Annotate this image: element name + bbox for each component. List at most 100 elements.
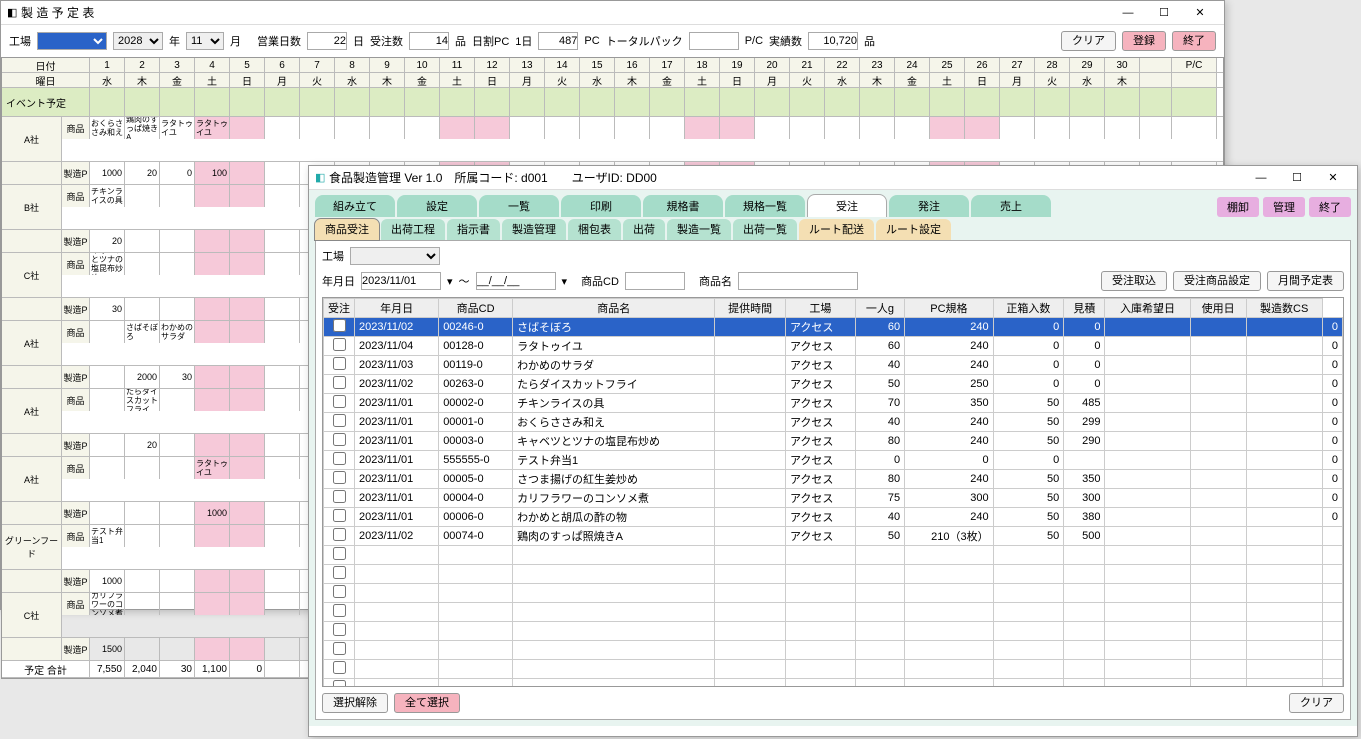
subtab-2[interactable]: 指示書 (447, 219, 500, 240)
row-checkbox[interactable] (333, 414, 346, 427)
productcd-input[interactable] (625, 272, 685, 290)
col-header[interactable]: 入庫希望日 (1105, 299, 1190, 318)
table-row[interactable]: 2023/11/0200074-0鶏肉のすっぱ照焼きAアクセス50210（3枚）… (324, 527, 1343, 546)
table-row[interactable] (324, 660, 1343, 679)
row-checkbox[interactable] (333, 490, 346, 503)
minimize-button[interactable]: ― (1110, 2, 1146, 24)
col-header[interactable]: 製造数CS (1246, 299, 1322, 318)
orders-input[interactable] (409, 32, 449, 50)
month-select[interactable]: 11 (186, 32, 224, 50)
table-row[interactable]: 2023/11/0400128-0ラタトゥイユアクセス60240000 (324, 337, 1343, 356)
table-row[interactable]: 2023/11/0100006-0わかめと胡瓜の酢の物アクセス402405038… (324, 508, 1343, 527)
subtab-3[interactable]: 製造管理 (502, 219, 566, 240)
col-header[interactable]: 見積 (1064, 299, 1105, 318)
table-row[interactable] (324, 679, 1343, 688)
end-button[interactable]: 終了 (1172, 31, 1216, 51)
clear-button[interactable]: クリア (1061, 31, 1116, 51)
maximize-button[interactable]: ☐ (1279, 167, 1315, 189)
col-header[interactable]: 商品名 (513, 299, 715, 318)
maximize-button[interactable]: ☐ (1146, 2, 1182, 24)
col-header[interactable]: 受注 (324, 299, 355, 318)
col-header[interactable]: 使用日 (1190, 299, 1246, 318)
kanri-button[interactable]: 管理 (1263, 197, 1305, 217)
dropdown-icon[interactable]: ▾ (562, 275, 568, 288)
subtab-1[interactable]: 出荷工程 (381, 219, 445, 240)
col-header[interactable]: 一人g (855, 299, 904, 318)
row-checkbox[interactable] (333, 319, 346, 332)
subtab-4[interactable]: 梱包表 (568, 219, 621, 240)
table-row[interactable]: 2023/11/0200246-0さばそぼろアクセス60240000 (324, 318, 1343, 337)
tab-3[interactable]: 印刷 (561, 195, 641, 217)
tana-button[interactable]: 棚卸 (1217, 197, 1259, 217)
table-row[interactable] (324, 584, 1343, 603)
col-header[interactable]: PC規格 (905, 299, 994, 318)
close-button[interactable]: ✕ (1315, 167, 1351, 189)
col-header[interactable]: 工場 (785, 299, 855, 318)
product-settings-button[interactable]: 受注商品設定 (1173, 271, 1261, 291)
col-header[interactable]: 提供時間 (715, 299, 786, 318)
deselect-button[interactable]: 選択解除 (322, 693, 388, 713)
row-checkbox[interactable] (333, 338, 346, 351)
table-row[interactable]: 2023/11/0100003-0キャベツとツナの塩昆布炒めアクセス802405… (324, 432, 1343, 451)
tab-6[interactable]: 受注 (807, 194, 887, 217)
tab-2[interactable]: 一覧 (479, 195, 559, 217)
dailypc-input[interactable] (538, 32, 578, 50)
table-row[interactable]: 2023/11/0100001-0おくらささみ和えアクセス40240502990 (324, 413, 1343, 432)
minimize-button[interactable]: ― (1243, 167, 1279, 189)
table-row[interactable] (324, 603, 1343, 622)
subtab-5[interactable]: 出荷 (623, 219, 665, 240)
tab-7[interactable]: 発注 (889, 195, 969, 217)
subtab-7[interactable]: 出荷一覧 (733, 219, 797, 240)
table-row[interactable]: 2023/11/0100002-0チキンライスの具アクセス70350504850 (324, 394, 1343, 413)
orders-grid[interactable]: 受注年月日商品CD商品名提供時間工場一人gPC規格正箱入数見積入庫希望日使用日製… (322, 297, 1344, 687)
row-checkbox[interactable] (333, 452, 346, 465)
tab-0[interactable]: 組み立て (315, 195, 395, 217)
row-checkbox[interactable] (333, 509, 346, 522)
row-checkbox[interactable] (333, 604, 346, 617)
subtab-6[interactable]: 製造一覧 (667, 219, 731, 240)
table-row[interactable]: 2023/11/0100005-0さつま揚げの紅生姜炒めアクセス80240503… (324, 470, 1343, 489)
row-checkbox[interactable] (333, 433, 346, 446)
table-row[interactable]: 2023/11/0200263-0たらダイスカットフライアクセス50250000 (324, 375, 1343, 394)
tab-8[interactable]: 売上 (971, 195, 1051, 217)
totalpack-input[interactable] (689, 32, 739, 50)
subtab-8[interactable]: ルート配送 (799, 219, 874, 240)
close-button[interactable]: ✕ (1182, 2, 1218, 24)
row-checkbox[interactable] (333, 680, 346, 687)
monthly-schedule-button[interactable]: 月間予定表 (1267, 271, 1344, 291)
table-row[interactable] (324, 622, 1343, 641)
tab-5[interactable]: 規格一覧 (725, 195, 805, 217)
factory-select[interactable] (37, 32, 107, 50)
selectall-button[interactable]: 全て選択 (394, 693, 460, 713)
date-to-input[interactable] (476, 272, 556, 290)
subtab-9[interactable]: ルート設定 (876, 219, 951, 240)
row-checkbox[interactable] (333, 528, 346, 541)
end-button[interactable]: 終了 (1309, 197, 1351, 217)
table-row[interactable]: 2023/11/0300119-0わかめのサラダアクセス40240000 (324, 356, 1343, 375)
table-row[interactable] (324, 546, 1343, 565)
col-header[interactable]: 商品CD (439, 299, 513, 318)
table-row[interactable]: 2023/11/0100004-0カリフラワーのコンソメ煮アクセス7530050… (324, 489, 1343, 508)
row-checkbox[interactable] (333, 395, 346, 408)
tab-4[interactable]: 規格書 (643, 195, 723, 217)
row-checkbox[interactable] (333, 642, 346, 655)
factory-select[interactable] (350, 247, 440, 265)
row-checkbox[interactable] (333, 471, 346, 484)
row-checkbox[interactable] (333, 623, 346, 636)
subtab-0[interactable]: 商品受注 (315, 219, 379, 240)
col-header[interactable]: 正箱入数 (993, 299, 1064, 318)
row-checkbox[interactable] (333, 585, 346, 598)
clear-button[interactable]: クリア (1289, 693, 1344, 713)
date-from-input[interactable] (361, 272, 441, 290)
tab-1[interactable]: 設定 (397, 195, 477, 217)
row-checkbox[interactable] (333, 357, 346, 370)
row-checkbox[interactable] (333, 566, 346, 579)
col-header[interactable]: 年月日 (355, 299, 439, 318)
table-row[interactable] (324, 641, 1343, 660)
row-checkbox[interactable] (333, 547, 346, 560)
table-row[interactable] (324, 565, 1343, 584)
row-checkbox[interactable] (333, 376, 346, 389)
import-orders-button[interactable]: 受注取込 (1101, 271, 1167, 291)
register-button[interactable]: 登録 (1122, 31, 1166, 51)
actual-input[interactable] (808, 32, 858, 50)
